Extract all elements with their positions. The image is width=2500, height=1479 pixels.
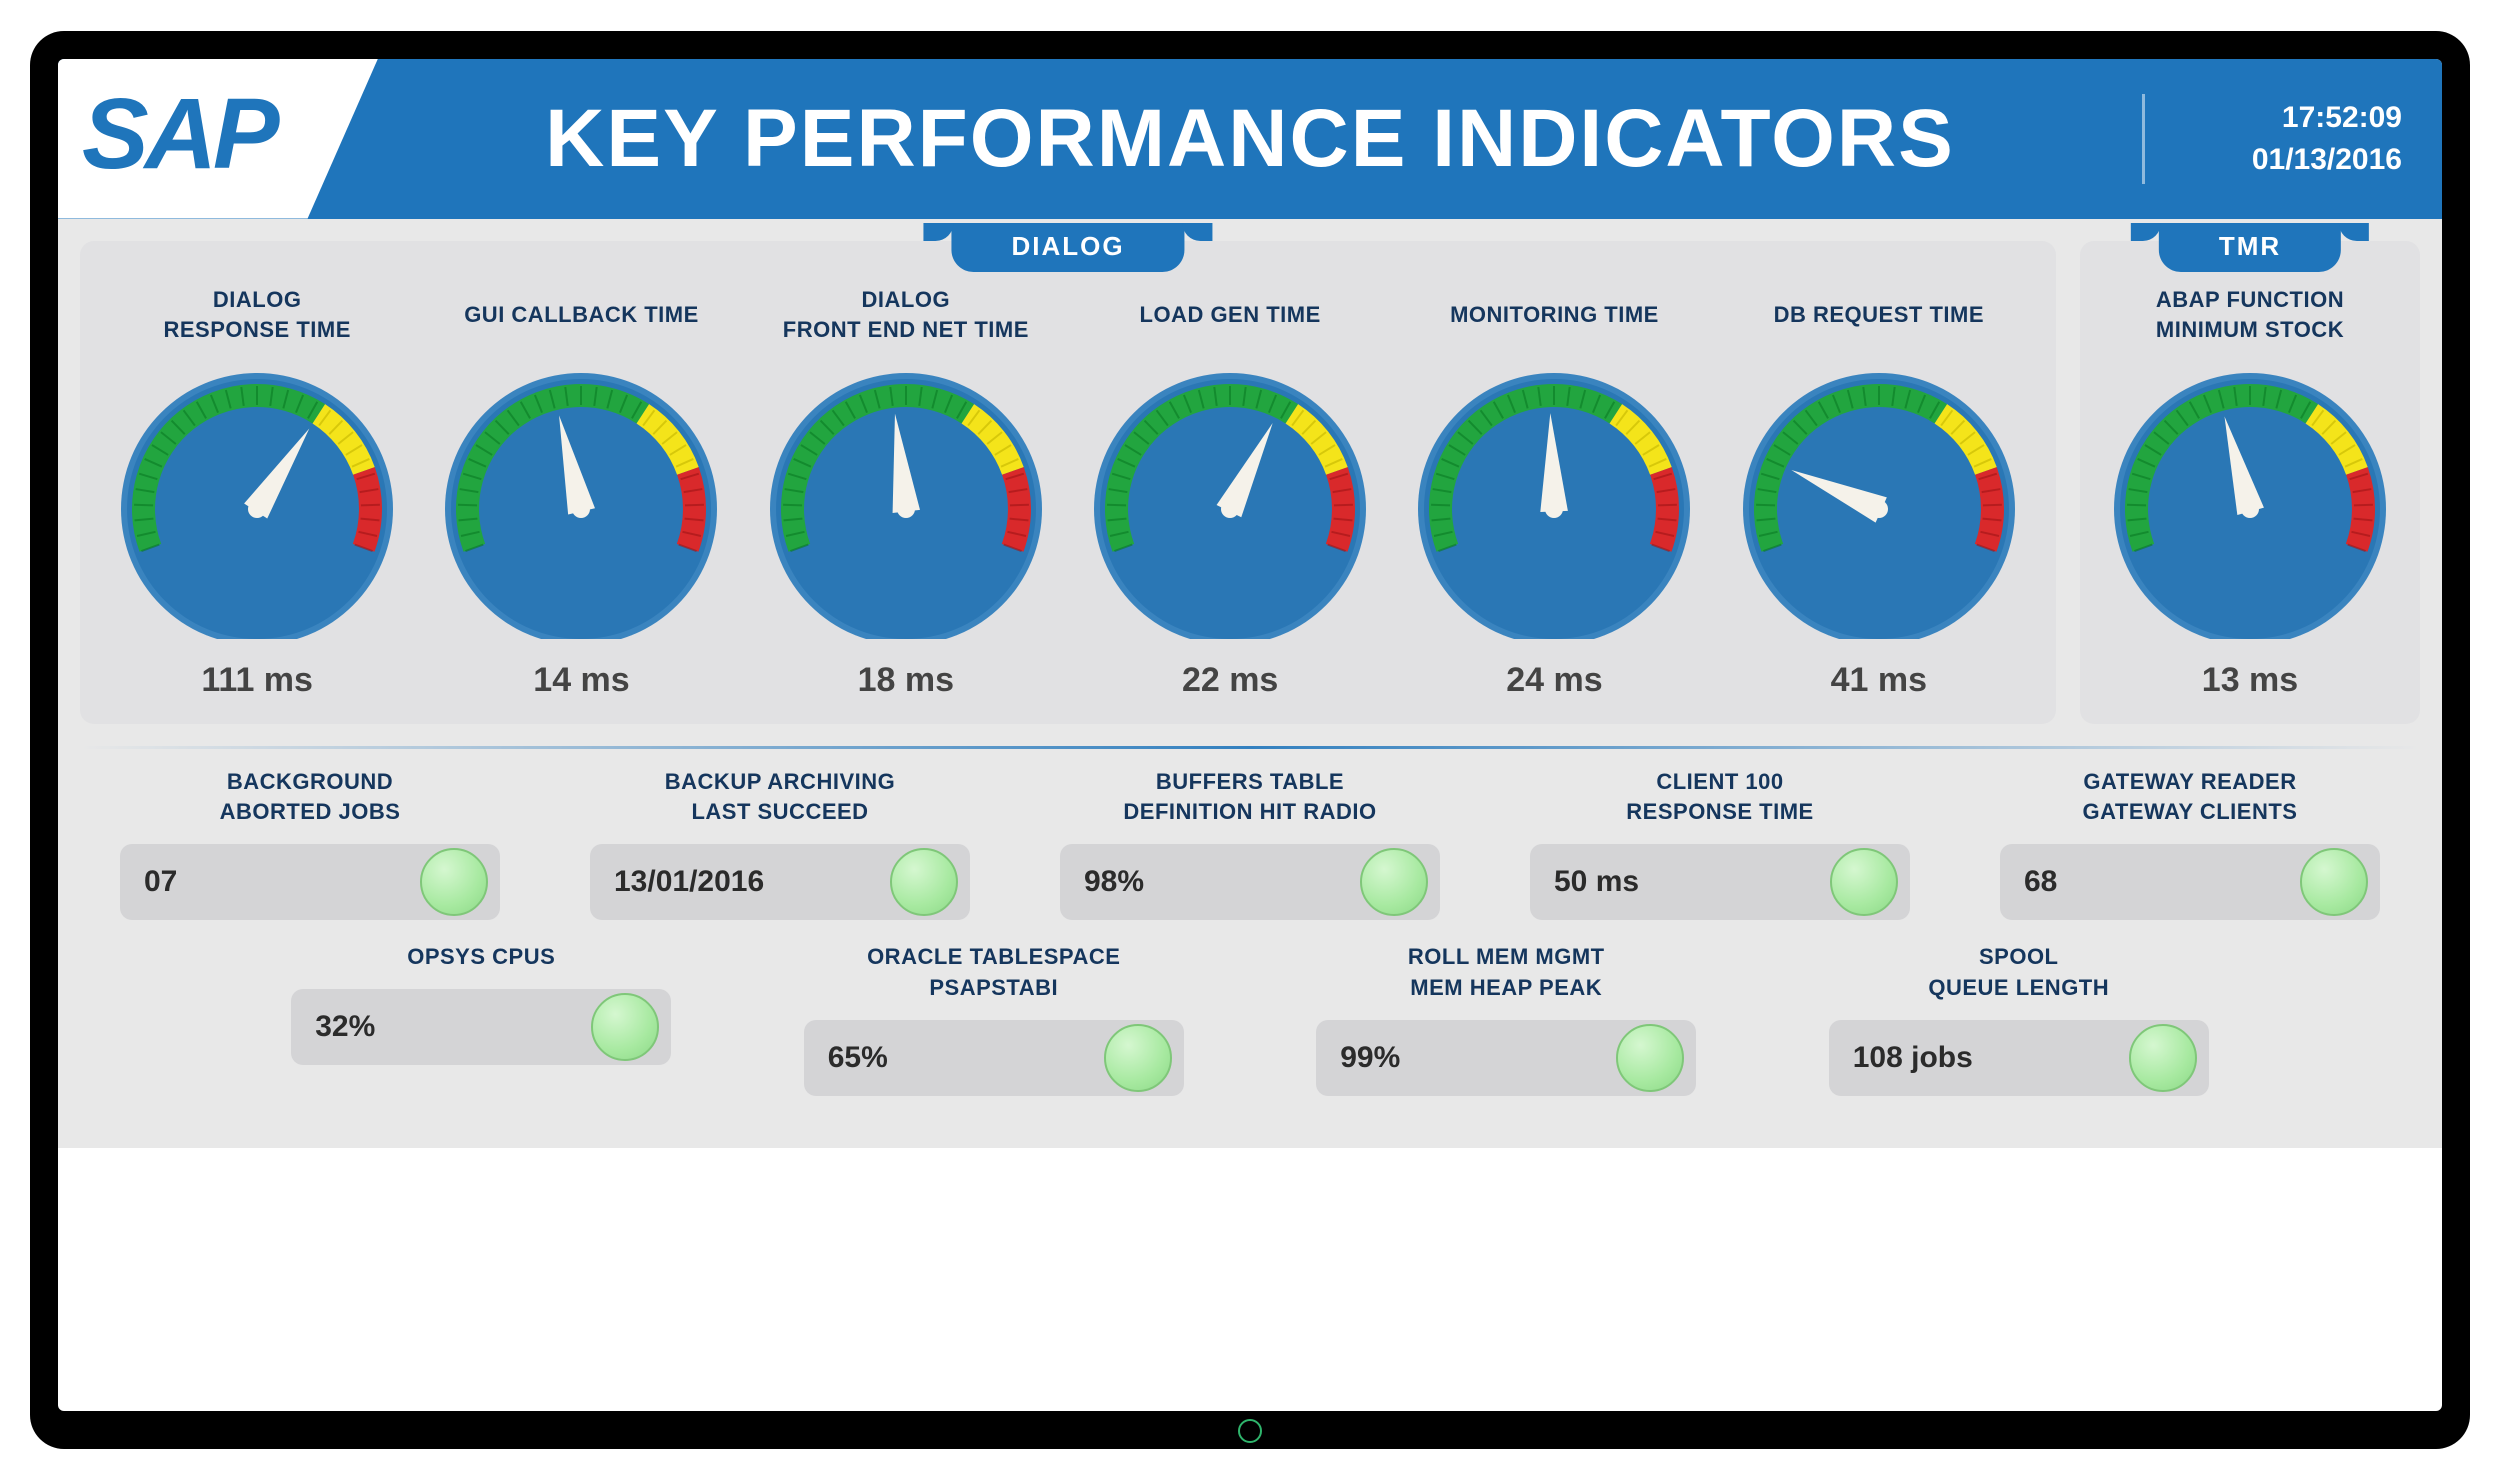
status-item: GATEWAY READER GATEWAY CLIENTS 68 [1970,767,2410,921]
page-title: KEY PERFORMANCE INDICATORS [378,92,2122,186]
status-title: GATEWAY READER GATEWAY CLIENTS [2083,767,2298,829]
gauge-title: LOAD GEN TIME [1140,279,1321,351]
section-divider [80,746,2420,749]
gauge-item: ABAP FUNCTION MINIMUM STOCK 13 ms [2100,279,2400,700]
status-light-icon [890,848,958,916]
status-row-1: BACKGROUND ABORTED JOBS 07 BACKUP ARCHIV… [90,767,2410,921]
logo-text: SAP [82,77,276,192]
panel-tab-tmr: TMR [2159,223,2341,272]
monitor-frame: SAP KEY PERFORMANCE INDICATORS 17:52:09 … [30,31,2470,1449]
screen: SAP KEY PERFORMANCE INDICATORS 17:52:09 … [58,59,2442,1411]
status-value: 65% [828,1041,888,1075]
gauge-title: DIALOG RESPONSE TIME [163,279,350,351]
gauge-value: 24 ms [1506,661,1602,700]
gauge-item: LOAD GEN TIME 22 ms [1073,279,1387,700]
panel-tab-dialog: DIALOG [951,223,1184,272]
status-light-icon [591,993,659,1061]
gauge-item: DB REQUEST TIME 41 ms [1722,279,2036,700]
status-title: CLIENT 100 RESPONSE TIME [1626,767,1813,829]
gauge-title: MONITORING TIME [1450,279,1659,351]
panel-dialog: DIALOG DIALOG RESPONSE TIME 111 ms GUI C… [80,241,2056,724]
status-item: CLIENT 100 RESPONSE TIME 50 ms [1500,767,1940,921]
gauge-title: ABAP FUNCTION MINIMUM STOCK [2156,279,2344,351]
status-title: ROLL MEM MGMT MEM HEAP PEAK [1408,942,1605,1004]
tmr-gauge-row: ABAP FUNCTION MINIMUM STOCK 13 ms [2100,279,2400,700]
status-pill: 108 jobs [1829,1020,2209,1096]
gauge-title: DB REQUEST TIME [1774,279,1984,351]
status-title: ORACLE TABLESPACE PSAPSTABI [867,942,1120,1004]
status-value: 98% [1084,865,1144,899]
gauge-chart [1090,359,1370,639]
status-value: 99% [1340,1041,1400,1075]
status-light-icon [2300,848,2368,916]
status-item: BACKUP ARCHIVING LAST SUCCEED 13/01/2016 [560,767,1000,921]
logo: SAP [58,59,378,219]
status-pill: 07 [120,844,500,920]
power-led-icon [1238,1419,1262,1443]
status-light-icon [1360,848,1428,916]
status-title: OPSYS CPUS [407,942,555,973]
header-datetime: 17:52:09 01/13/2016 [2142,94,2442,184]
gauge-chart [1414,359,1694,639]
status-value: 68 [2024,865,2057,899]
gauge-value: 41 ms [1831,661,1927,700]
gauge-item: DIALOG FRONT END NET TIME 18 ms [749,279,1063,700]
status-light-icon [1616,1024,1684,1092]
gauge-title: DIALOG FRONT END NET TIME [783,279,1029,351]
panel-tmr: TMR ABAP FUNCTION MINIMUM STOCK 13 ms [2080,241,2420,724]
status-pill: 68 [2000,844,2380,920]
gauge-title: GUI CALLBACK TIME [464,279,699,351]
status-title: BUFFERS TABLE DEFINITION HIT RADIO [1123,767,1376,829]
status-value: 108 jobs [1853,1041,1973,1075]
status-pill: 99% [1316,1020,1696,1096]
dashboard-body: DIALOG DIALOG RESPONSE TIME 111 ms GUI C… [58,219,2442,1148]
status-pill: 13/01/2016 [590,844,970,920]
status-item: OPSYS CPUS 32% [240,942,723,1096]
status-title: SPOOL QUEUE LENGTH [1928,942,2109,1004]
status-pill: 32% [291,989,671,1065]
status-item: BUFFERS TABLE DEFINITION HIT RADIO 98% [1030,767,1470,921]
status-pill: 50 ms [1530,844,1910,920]
status-pill: 65% [804,1020,1184,1096]
status-light-icon [420,848,488,916]
gauge-value: 22 ms [1182,661,1278,700]
status-light-icon [1104,1024,1172,1092]
status-item: BACKGROUND ABORTED JOBS 07 [90,767,530,921]
gauge-chart [2110,359,2390,639]
gauge-chart [1739,359,2019,639]
gauge-chart [766,359,1046,639]
gauge-chart [117,359,397,639]
status-value: 13/01/2016 [614,865,764,899]
status-row-2: OPSYS CPUS 32% ORACLE TABLESPACE PSAPSTA… [90,942,2410,1096]
gauge-item: DIALOG RESPONSE TIME 111 ms [100,279,414,700]
status-pill: 98% [1060,844,1440,920]
gauge-item: GUI CALLBACK TIME 14 ms [424,279,738,700]
gauge-value: 111 ms [201,661,313,700]
header-time: 17:52:09 [2145,97,2402,139]
gauge-value: 13 ms [2202,661,2298,700]
status-title: BACKUP ARCHIVING LAST SUCCEED [665,767,895,829]
status-item: ROLL MEM MGMT MEM HEAP PEAK 99% [1265,942,1748,1096]
header-bar: SAP KEY PERFORMANCE INDICATORS 17:52:09 … [58,59,2442,219]
dialog-gauge-row: DIALOG RESPONSE TIME 111 ms GUI CALLBACK… [100,279,2036,700]
status-item: SPOOL QUEUE LENGTH 108 jobs [1778,942,2261,1096]
status-light-icon [2129,1024,2197,1092]
gauge-value: 18 ms [858,661,954,700]
status-title: BACKGROUND ABORTED JOBS [220,767,401,829]
status-section: BACKGROUND ABORTED JOBS 07 BACKUP ARCHIV… [80,767,2420,1096]
status-item: ORACLE TABLESPACE PSAPSTABI 65% [753,942,1236,1096]
gauge-item: MONITORING TIME 24 ms [1397,279,1711,700]
status-value: 50 ms [1554,865,1639,899]
status-light-icon [1830,848,1898,916]
gauge-panels-row: DIALOG DIALOG RESPONSE TIME 111 ms GUI C… [80,241,2420,724]
status-value: 32% [315,1010,375,1044]
gauge-value: 14 ms [533,661,629,700]
gauge-chart [441,359,721,639]
status-value: 07 [144,865,177,899]
header-date: 01/13/2016 [2145,139,2402,181]
